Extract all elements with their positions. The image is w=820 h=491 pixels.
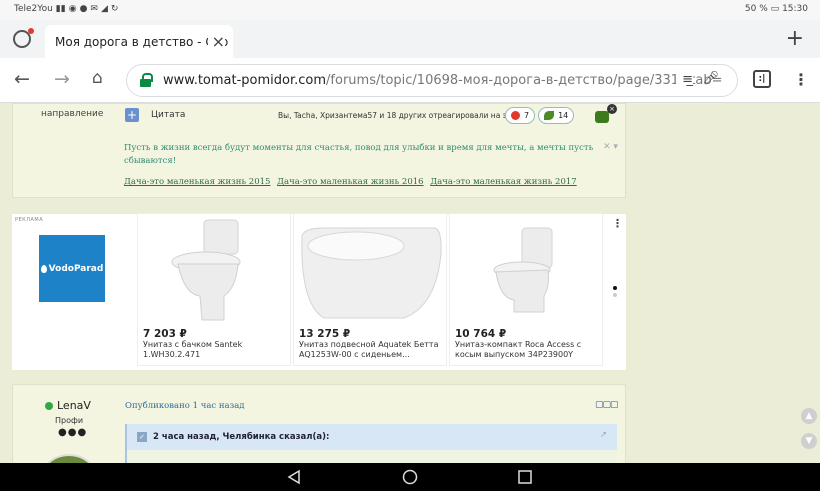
new-tab-button[interactable]: + — [786, 26, 804, 51]
chat-icon: ● — [79, 4, 88, 14]
ad-menu-icon[interactable]: ⋮ — [612, 217, 623, 230]
reactions-summary[interactable]: Вы, Tacha, Хризантема57 и 18 других отре… — [278, 111, 516, 120]
toilet-image — [171, 219, 241, 321]
toolbar: ← → ⌂ www.tomat-pomidor.com/forums/topic… — [0, 58, 820, 103]
reaction-list: 7 14 — [505, 107, 575, 124]
home-icon[interactable]: ⌂ — [92, 68, 103, 88]
sync-icon: ↻ — [110, 4, 119, 14]
product-price: 7 203 ₽ — [143, 328, 187, 340]
carousel-dot[interactable] — [613, 286, 617, 290]
toilet-image — [301, 227, 442, 319]
post-timestamp[interactable]: Опубликовано 1 час назад — [125, 401, 245, 411]
logo-text: VodoParad — [48, 263, 104, 274]
leaf-icon — [544, 111, 555, 120]
tab-switcher-button[interactable]: :| — [753, 70, 771, 88]
battery-label: 50 % — [744, 4, 768, 14]
signature-link[interactable]: Дача-это маленькая жизнь 2015 — [124, 177, 270, 187]
user-rank: направление — [41, 109, 104, 119]
product-price: 13 275 ₽ — [299, 328, 351, 340]
rank-dots: ●●● — [58, 427, 88, 438]
product-name: Унитаз с бачком Santek 1.WH30.2.471 — [143, 340, 243, 359]
signal-icon: ▮▮ — [55, 4, 66, 14]
status-bar: Tele2You ▮▮ ◉ ● ✉ ◢ ↻ 50 % ▭ 15:30 — [0, 0, 820, 20]
quote-body — [125, 450, 617, 463]
carousel-dot[interactable] — [613, 293, 617, 297]
product-name: Унитаз подвесной Aquatek Бетта AQ1253W-0… — [299, 340, 439, 359]
product-name: Унитаз-компакт Roca Access с косым выпус… — [455, 340, 582, 359]
quote-author: 2 часа назад, Челябинка сказал(а): — [153, 432, 330, 442]
home-circle-icon[interactable] — [402, 469, 418, 485]
scroll-up-button[interactable]: ▲ — [801, 408, 817, 424]
lock-icon — [140, 73, 153, 87]
whatsapp-icon: ◉ — [68, 4, 77, 14]
product-card[interactable]: 7 203 ₽ Унитаз с бачком Santek 1.WH30.2.… — [138, 214, 290, 365]
online-indicator — [45, 401, 53, 410]
reaction-count: 14 — [558, 111, 569, 120]
scroll-down-button[interactable]: ▼ — [801, 433, 817, 449]
url-path: /forums/topic/10698-моя-дорога-в-детство… — [326, 73, 723, 88]
author-label: LenaV — [57, 399, 91, 412]
microphone-icon[interactable]: 🎤︎ — [702, 71, 719, 86]
tab-bar: Моя дорога в детство - Стр × + — [0, 20, 820, 58]
user-rank: Профи — [55, 416, 84, 425]
signature-close-icon[interactable]: ✕ ▾ — [603, 142, 618, 152]
toilet-image — [493, 227, 553, 313]
tomato-icon — [511, 111, 520, 120]
signature-link[interactable]: Дача-это маленькая жизнь 2016 — [277, 177, 423, 187]
account-icon[interactable] — [13, 28, 34, 48]
drop-icon — [40, 264, 47, 273]
add-reaction-button[interactable]: × — [595, 104, 617, 124]
product-card[interactable]: 10 764 ₽ Унитаз-компакт Roca Access с ко… — [450, 214, 602, 365]
share-icon[interactable]: ▢▢▢ — [595, 400, 618, 410]
carrier-label: Tele2You — [14, 4, 53, 14]
reader-mode-icon[interactable]: ≡̲ — [676, 72, 693, 87]
telegram-icon: ◢ — [100, 4, 108, 14]
ad-block: РЕКЛАМА VodoParad 7 203 ₽ Унитаз с бачко… — [12, 214, 626, 370]
advertiser-logo[interactable]: VodoParad — [39, 235, 105, 302]
signature: Пусть в жизни всегда будут моменты для с… — [124, 143, 594, 166]
ad-label: РЕКЛАМА — [15, 217, 44, 223]
go-to-quote-icon[interactable]: ↗ — [600, 430, 607, 440]
avatar[interactable] — [43, 454, 95, 463]
signature-link[interactable]: Дача-это маленькая жизнь 2017 — [430, 177, 576, 187]
forum-post: направление + Цитата Вы, Tacha, Хризанте… — [12, 103, 626, 198]
forward-icon[interactable]: → — [54, 68, 70, 90]
clock: 15:30 — [782, 4, 808, 14]
browser-tab[interactable]: Моя дорога в детство - Стр × — [45, 25, 233, 58]
battery-icon: ▭ — [770, 4, 780, 14]
address-bar[interactable]: www.tomat-pomidor.com/forums/topic/10698… — [126, 64, 738, 97]
close-tab-icon[interactable]: × — [207, 32, 225, 51]
back-icon[interactable]: ← — [14, 68, 30, 90]
menu-icon[interactable]: ⋮ — [793, 70, 809, 89]
signature-links: Дача-это маленькая жизнь 2015 Дача-это м… — [124, 177, 581, 187]
product-price: 10 764 ₽ — [455, 328, 507, 340]
reaction-icon — [595, 111, 609, 123]
tab-title: Моя дорога в детство - Стр — [55, 34, 229, 49]
product-card[interactable]: 13 275 ₽ Унитаз подвесной Aquatek Бетта … — [294, 214, 446, 365]
quote-header: ✓ 2 часа назад, Челябинка сказал(а): ↗ — [125, 424, 617, 450]
close-icon[interactable]: × — [607, 104, 617, 114]
reaction-count: 7 — [524, 111, 530, 120]
forum-post: LenaV Профи ●●● Опубликовано 1 час назад… — [12, 384, 626, 463]
expand-quote-icon[interactable]: ✓ — [137, 432, 147, 442]
reaction-leaf[interactable]: 14 — [538, 107, 575, 124]
quote-plus-button[interactable]: + — [125, 108, 139, 122]
system-navigation-bar — [0, 463, 820, 491]
mail-icon: ✉ — [90, 4, 98, 14]
author-name[interactable]: LenaV — [45, 399, 91, 412]
reaction-tomato[interactable]: 7 — [505, 107, 536, 124]
page-content: направление + Цитата Вы, Tacha, Хризанте… — [0, 103, 820, 463]
carousel-dots — [613, 286, 617, 300]
back-triangle-icon[interactable] — [287, 469, 301, 485]
url-host: www.tomat-pomidor.com — [163, 73, 327, 88]
recents-square-icon[interactable] — [517, 469, 533, 485]
quote-button[interactable]: Цитата — [151, 110, 185, 120]
